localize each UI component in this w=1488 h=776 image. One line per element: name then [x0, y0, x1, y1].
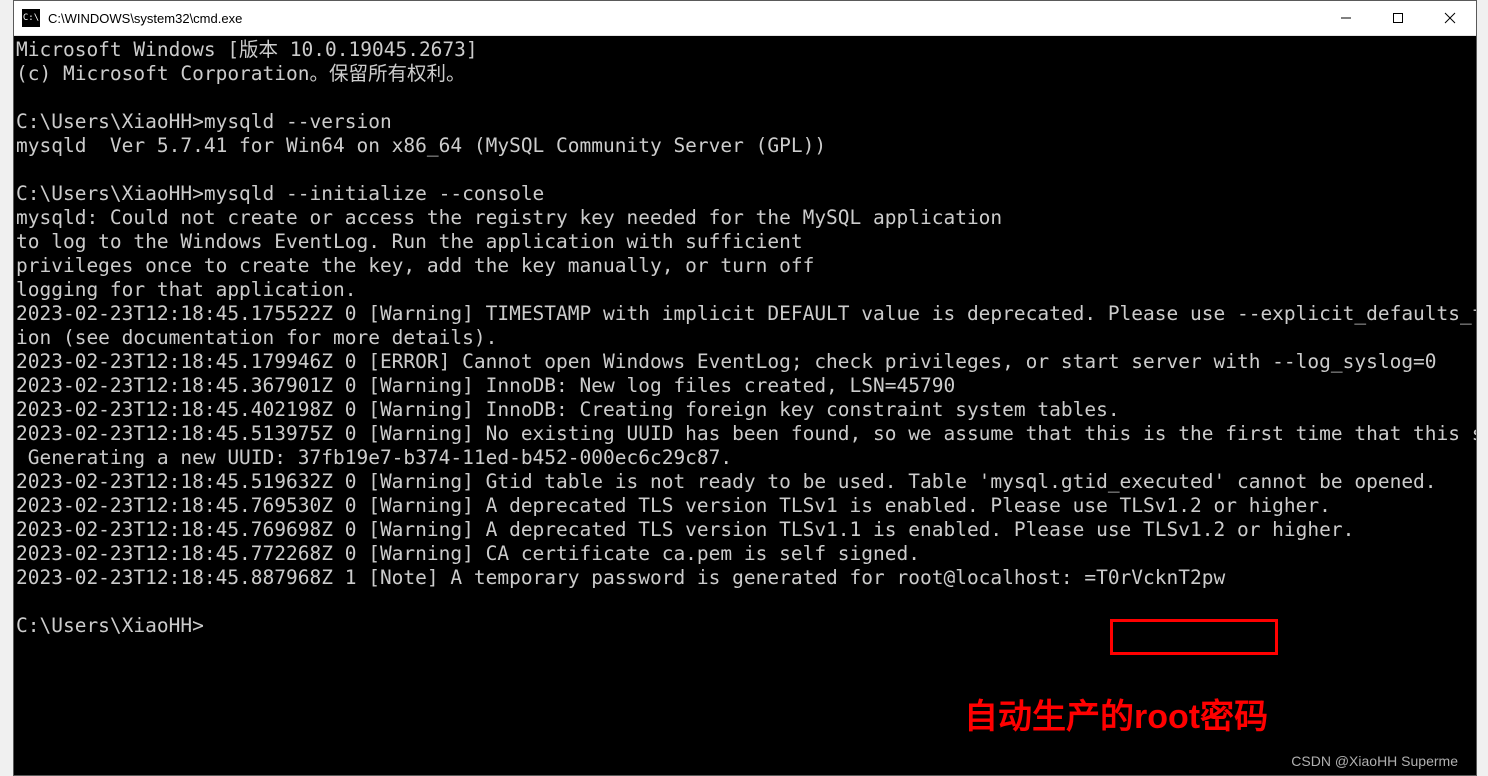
close-icon	[1444, 12, 1456, 24]
maximize-button[interactable]	[1372, 1, 1424, 35]
minimize-button[interactable]	[1320, 1, 1372, 35]
watermark-text: CSDN @XiaoHH Superme	[1291, 753, 1458, 769]
maximize-icon	[1392, 12, 1404, 24]
window-controls	[1320, 1, 1476, 35]
window-title: C:\WINDOWS\system32\cmd.exe	[48, 11, 1320, 26]
close-button[interactable]	[1424, 1, 1476, 35]
annotation-text: 自动生产的root密码	[964, 689, 1268, 738]
titlebar[interactable]: C:\ C:\WINDOWS\system32\cmd.exe	[14, 1, 1476, 36]
terminal-output[interactable]: Microsoft Windows [版本 10.0.19045.2673] (…	[14, 36, 1476, 775]
minimize-icon	[1340, 12, 1352, 24]
cmd-window: C:\ C:\WINDOWS\system32\cmd.exe Microsof…	[13, 0, 1477, 776]
app-icon: C:\	[22, 9, 40, 27]
